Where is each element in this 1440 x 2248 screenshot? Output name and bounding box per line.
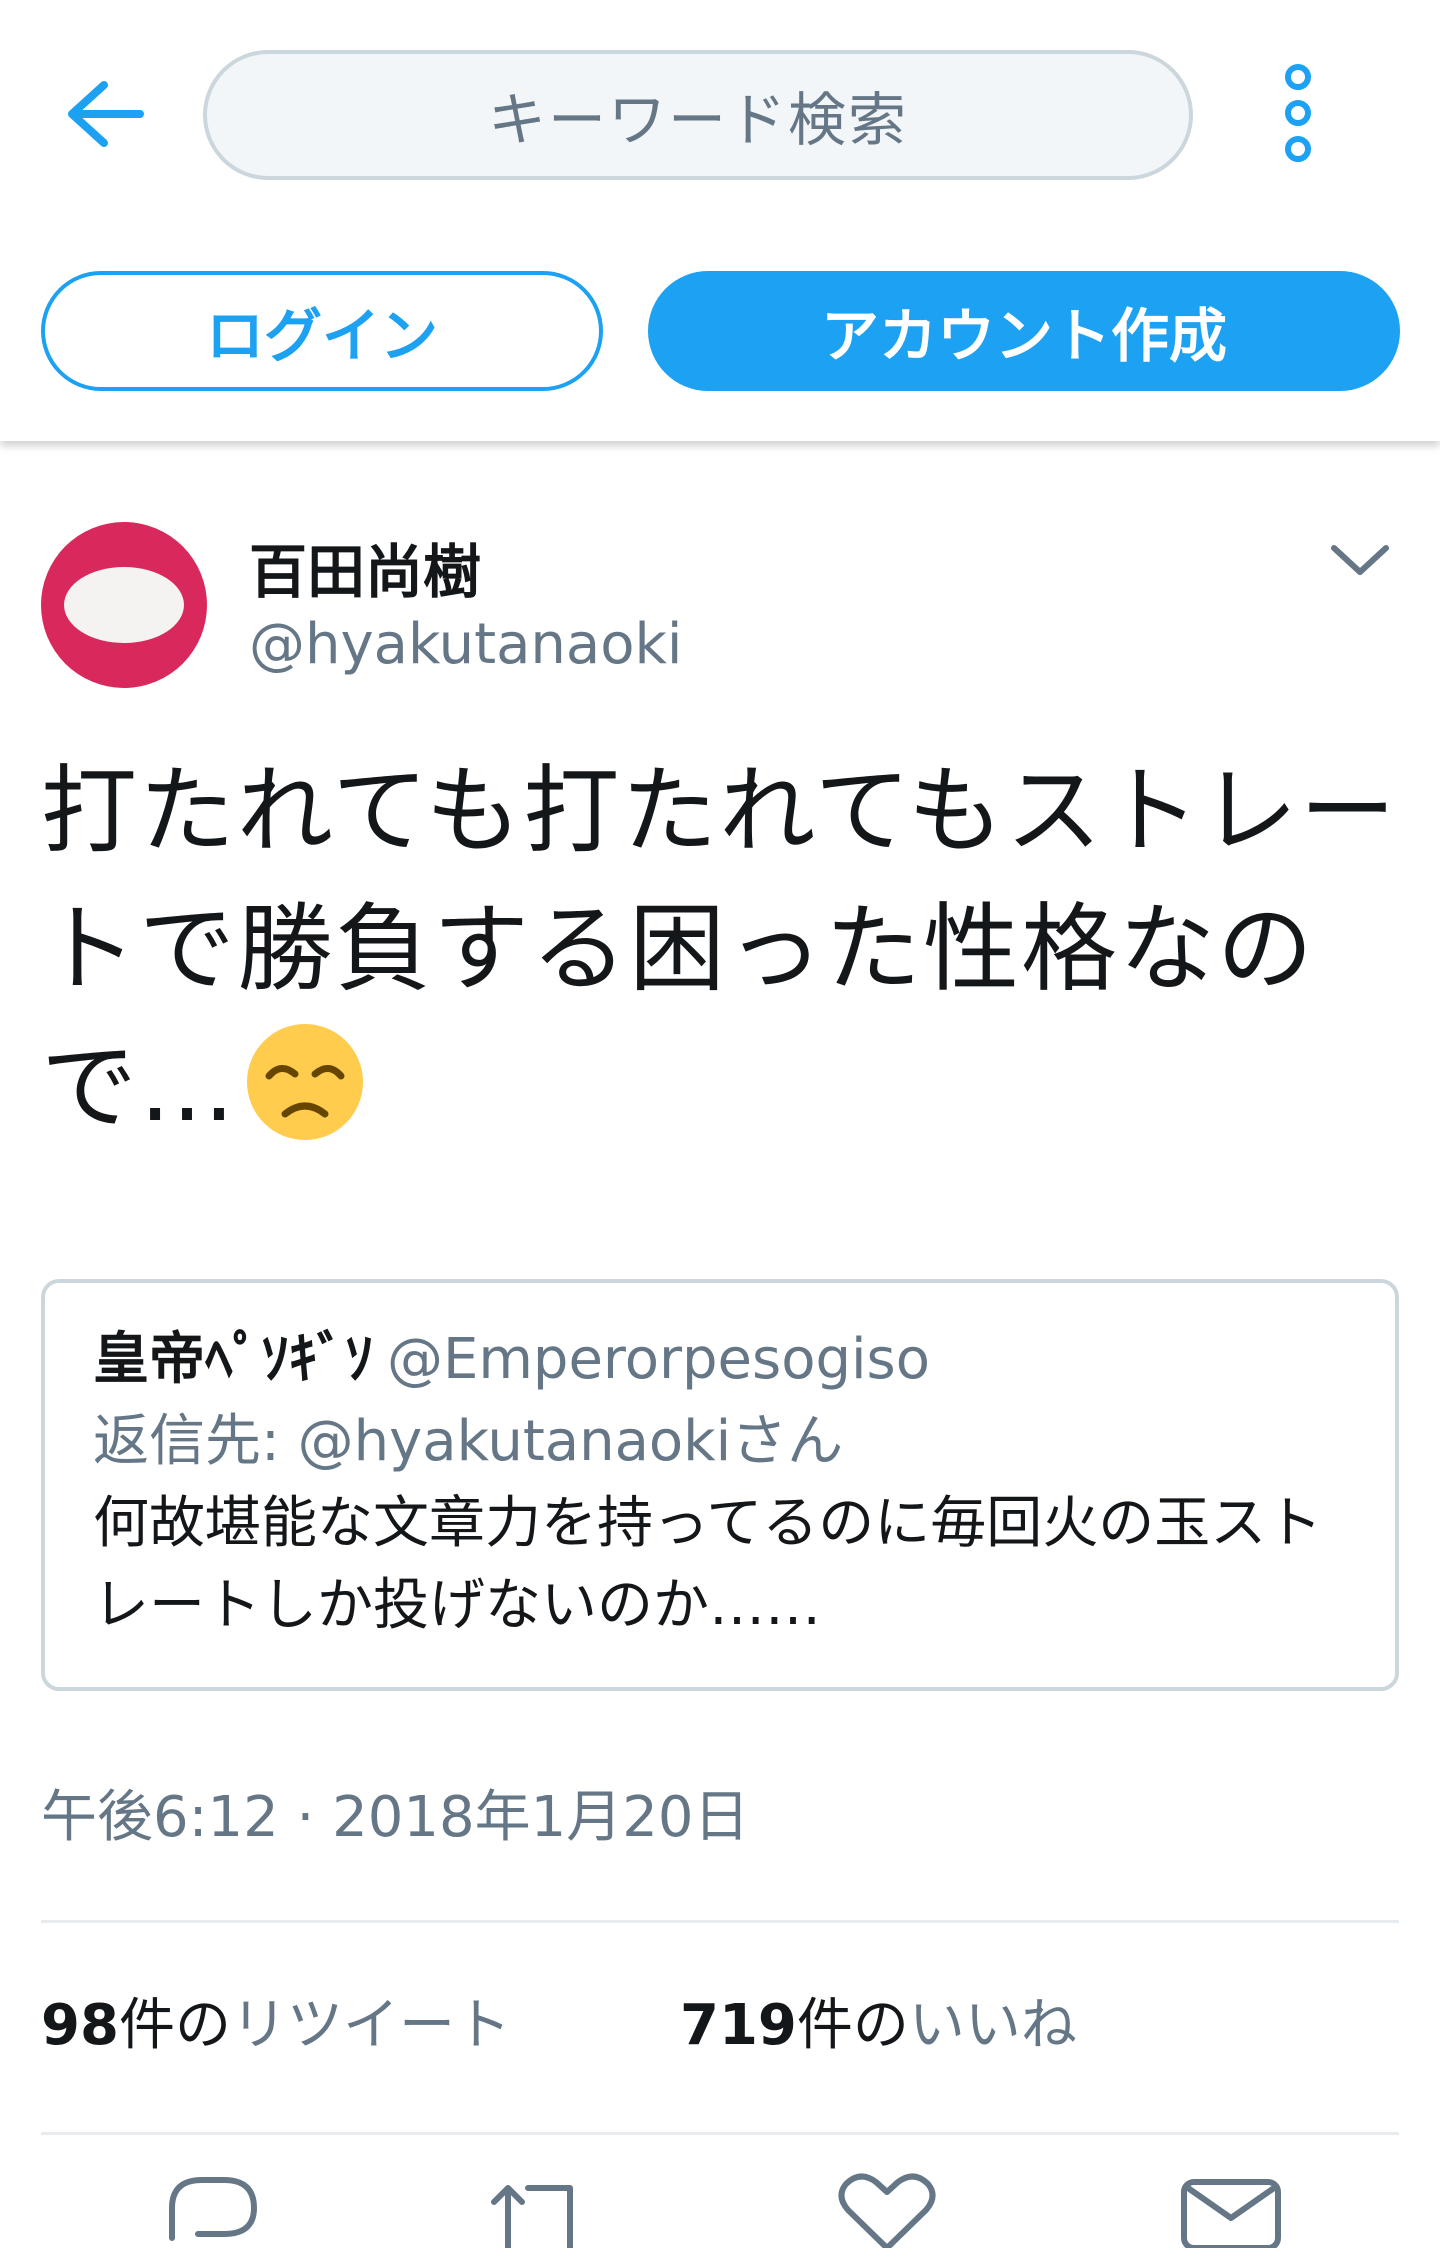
- author-display-name[interactable]: 百田尚樹: [249, 525, 481, 609]
- likes-mid: 件の: [796, 1993, 909, 2058]
- message-icon[interactable]: [1176, 2168, 1286, 2248]
- avatar[interactable]: [41, 522, 207, 688]
- quoted-display-name: 皇帝ﾍﾟｿｷﾞｿ: [93, 1327, 373, 1392]
- avatar-image: [64, 567, 184, 643]
- likes-count: 719: [680, 1993, 797, 2058]
- retweet-icon[interactable]: [484, 2168, 594, 2248]
- quoted-text: 何故堪能な文章力を持ってるのに毎回火の玉ストレートしか投げないのか……: [93, 1491, 1323, 1638]
- divider: [41, 2132, 1399, 2135]
- divider: [41, 1920, 1399, 1923]
- retweets-count: 98: [41, 1993, 119, 2058]
- likes-label: いいね: [908, 1993, 1077, 2058]
- login-button[interactable]: ログイン: [41, 271, 603, 391]
- retweets-stat[interactable]: 98件のリツイート: [41, 1980, 511, 2061]
- more-vertical-icon: [1285, 64, 1311, 162]
- search-input[interactable]: キーワード検索: [203, 50, 1193, 180]
- back-arrow-icon: [68, 81, 144, 147]
- top-bar: キーワード検索 ログイン アカウント作成: [0, 0, 1440, 441]
- retweets-mid: 件の: [118, 1993, 231, 2058]
- back-button[interactable]: [56, 66, 152, 162]
- disappointed-face-emoji-icon: [247, 1024, 363, 1140]
- retweets-label: リツイート: [230, 1993, 511, 2058]
- reply-icon[interactable]: [158, 2168, 268, 2248]
- signup-button[interactable]: アカウント作成: [648, 271, 1400, 391]
- quoted-tweet-card[interactable]: 皇帝ﾍﾟｿｷﾞｿ @Emperorpesogiso 返信先: @hyakutana…: [41, 1279, 1399, 1691]
- likes-stat[interactable]: 719件のいいね: [680, 1980, 1077, 2061]
- author-handle[interactable]: @hyakutanaoki: [249, 612, 682, 677]
- more-options-button[interactable]: [1260, 58, 1336, 168]
- quoted-handle: @Emperorpesogiso: [387, 1327, 930, 1392]
- quoted-author-line: 皇帝ﾍﾟｿｷﾞｿ @Emperorpesogiso: [93, 1319, 1347, 1401]
- chevron-down-icon[interactable]: [1320, 530, 1400, 590]
- tweet-text: 打たれても打たれてもストレートで勝負する困った性格なので…: [41, 742, 1401, 1156]
- like-icon[interactable]: [832, 2168, 942, 2248]
- quoted-reply-to: 返信先: @hyakutanaokiさん: [93, 1409, 844, 1474]
- tweet-timestamp[interactable]: 午後6:12 · 2018年1月20日: [41, 1772, 750, 1853]
